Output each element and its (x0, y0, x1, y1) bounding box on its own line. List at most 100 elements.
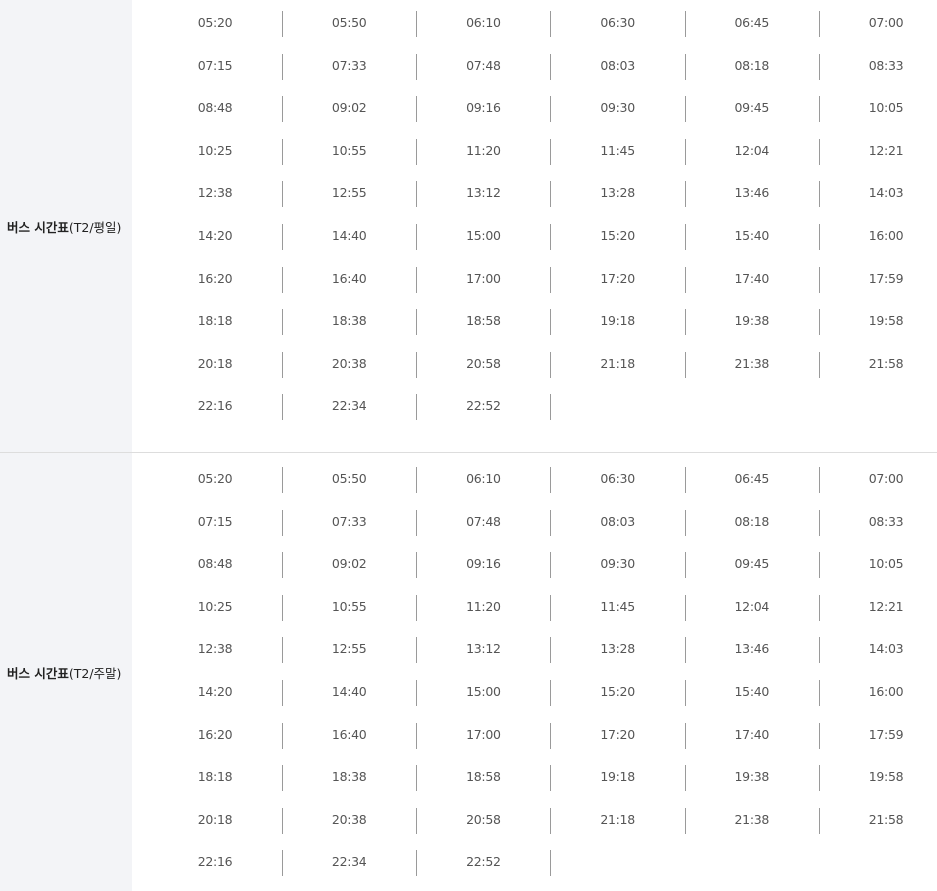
departure-time: 08:48 (197, 556, 233, 572)
departure-time: 11:45 (600, 142, 635, 158)
departure-time: 17:40 (734, 270, 770, 286)
departure-time: 12:55 (331, 185, 367, 201)
departure-time: 08:33 (868, 513, 904, 529)
column-divider (550, 850, 552, 877)
timetable-row: 10:25 10:55 11:20 11:45 12:04 12:21 (132, 138, 937, 165)
departure-time: 14:20 (197, 228, 233, 243)
departure-time: 07:48 (466, 513, 501, 529)
departure-time: 12:38 (197, 185, 233, 201)
departure-time: 18:18 (197, 769, 233, 785)
departure-time: 21:58 (868, 811, 904, 827)
timetable-row: 07:15 07:33 07:48 08:03 08:18 08:33 (132, 509, 937, 536)
departure-time: 09:30 (600, 100, 635, 116)
departure-time: 12:21 (868, 598, 904, 614)
timetable-row: 08:48 09:02 09:16 09:30 09:45 10:05 (132, 552, 937, 579)
weekend-section: 버스 시간표 (T2/주말) 05:20 05:50 06:10 06:30 06:45 0… (0, 453, 937, 891)
departure-time: 08:03 (600, 57, 635, 73)
departure-time: 19:38 (734, 313, 770, 329)
departure-time: 21:18 (600, 355, 635, 371)
departure-time: 09:30 (600, 556, 635, 572)
departure-time: 11:20 (466, 142, 501, 158)
departure-time: 07:33 (331, 513, 367, 529)
timetable-row: 20:18 20:38 20:58 21:18 21:38 21:58 (132, 807, 937, 834)
departure-time: 08:18 (734, 57, 770, 73)
column-divider (550, 394, 552, 421)
departure-time: 17:00 (466, 726, 501, 742)
departure-time: 21:58 (868, 355, 904, 371)
departure-time: 10:55 (331, 142, 367, 158)
departure-time: 07:00 (868, 15, 904, 30)
departure-time: 18:58 (466, 769, 501, 785)
departure-time: 22:16 (197, 854, 233, 870)
weekend-label-suffix: (T2/주말) (68, 665, 122, 681)
timetable-row: 22:16 22:34 22:52 (132, 394, 937, 421)
departure-time: 12:21 (868, 142, 904, 158)
departure-time: 05:20 (197, 471, 233, 486)
departure-time: 19:38 (734, 769, 770, 785)
departure-time: 20:18 (197, 355, 233, 371)
departure-time: 22:34 (331, 398, 367, 414)
departure-time: 20:58 (466, 355, 501, 371)
departure-time: 16:00 (868, 684, 904, 699)
departure-time: 06:10 (466, 471, 501, 486)
departure-time: 05:20 (197, 15, 233, 30)
departure-time: 20:38 (331, 811, 367, 827)
departure-time: 06:45 (734, 471, 770, 486)
departure-time: 14:40 (331, 228, 367, 243)
departure-time: 15:40 (734, 228, 770, 243)
departure-time: 17:20 (600, 726, 635, 742)
departure-time: 14:20 (197, 684, 233, 699)
departure-time: 13:28 (600, 185, 635, 201)
timetable-row: 12:38 12:55 13:12 13:28 13:46 14:03 (132, 637, 937, 664)
departure-time: 05:50 (331, 15, 367, 30)
departure-time: 13:46 (734, 641, 770, 657)
departure-time: 16:20 (197, 726, 233, 742)
weekday-times: 05:20 05:50 06:10 06:30 06:45 07:00 07:15 07:33… (132, 0, 937, 452)
departure-time: 09:02 (331, 100, 367, 116)
timetable-row: 18:18 18:38 18:58 19:18 19:38 19:58 (132, 309, 937, 336)
departure-time: 21:38 (734, 811, 770, 827)
departure-time: 09:16 (466, 556, 501, 572)
departure-time: 22:52 (466, 854, 501, 870)
departure-time: 18:58 (466, 313, 501, 329)
timetable-row: 08:48 09:02 09:16 09:30 09:45 10:05 (132, 96, 937, 123)
departure-time: 06:30 (600, 15, 635, 30)
weekday-label-title: 버스 시간표 (7, 219, 69, 235)
departure-time: 19:58 (868, 313, 904, 329)
departure-time: 08:18 (734, 513, 770, 529)
weekend-label-title: 버스 시간표 (7, 665, 69, 681)
departure-time: 14:40 (331, 684, 367, 699)
departure-time: 15:00 (466, 228, 501, 243)
departure-time: 12:04 (734, 142, 770, 158)
departure-time: 12:04 (734, 598, 770, 614)
departure-time: 12:55 (331, 641, 367, 657)
departure-time: 21:18 (600, 811, 635, 827)
departure-time: 07:15 (197, 57, 233, 73)
departure-time: 09:16 (466, 100, 501, 116)
departure-time: 13:12 (466, 641, 501, 657)
departure-time: 09:02 (331, 556, 367, 572)
departure-time: 17:40 (734, 726, 770, 742)
departure-time: 20:38 (331, 355, 367, 371)
departure-time: 19:58 (868, 769, 904, 785)
departure-time: 18:38 (331, 769, 367, 785)
departure-time: 10:05 (868, 556, 904, 572)
departure-time: 18:18 (197, 313, 233, 329)
departure-time: 08:33 (868, 57, 904, 73)
departure-time: 16:00 (868, 228, 904, 243)
departure-time: 10:55 (331, 598, 367, 614)
departure-time: 05:50 (331, 471, 367, 486)
timetable-row: 18:18 18:38 18:58 19:18 19:38 19:58 (132, 765, 937, 792)
departure-time: 07:33 (331, 57, 367, 73)
departure-time: 10:25 (197, 142, 233, 158)
departure-time: 06:45 (734, 15, 770, 30)
departure-time: 17:59 (868, 726, 904, 742)
departure-time: 17:00 (466, 270, 501, 286)
timetable-row: 20:18 20:38 20:58 21:18 21:38 21:58 (132, 351, 937, 378)
departure-time: 17:20 (600, 270, 635, 286)
departure-time: 06:30 (600, 471, 635, 486)
timetable-row: 14:20 14:40 15:00 15:20 15:40 16:00 (132, 224, 937, 250)
departure-time: 13:28 (600, 641, 635, 657)
departure-time: 09:45 (734, 556, 770, 572)
timetable-row: 16:20 16:40 17:00 17:20 17:40 17:59 (132, 266, 937, 293)
